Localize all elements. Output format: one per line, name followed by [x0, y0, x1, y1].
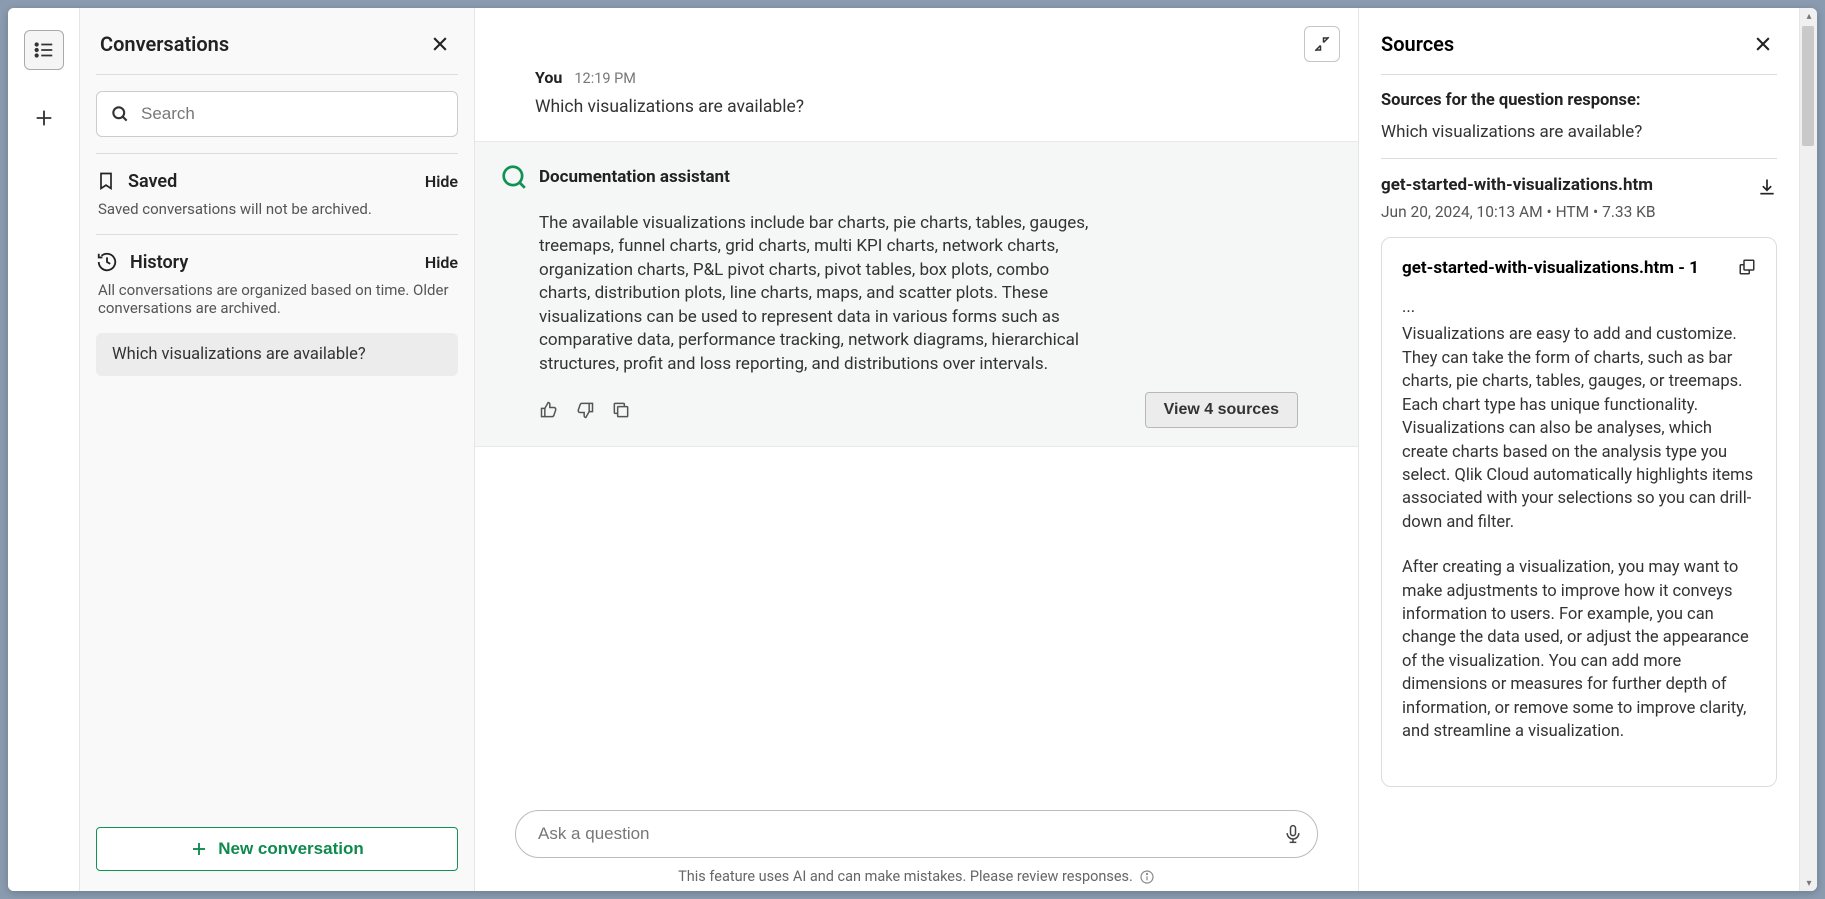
feedback-icons	[539, 400, 631, 420]
source-ellipsis: ...	[1402, 296, 1756, 319]
app-window: Conversations Saved Hide Saved conve	[8, 8, 1817, 891]
message-timestamp: 12:19 PM	[574, 70, 636, 87]
copy-icon	[611, 400, 631, 420]
assistant-answer-text: The available visualizations include bar…	[539, 212, 1099, 376]
search-wrapper	[96, 91, 458, 137]
popout-icon	[1738, 258, 1756, 276]
divider	[1381, 158, 1777, 159]
history-icon	[96, 251, 118, 273]
view-sources-button[interactable]: View 4 sources	[1145, 392, 1298, 428]
history-section-header: History Hide	[96, 251, 458, 273]
saved-hide-button[interactable]: Hide	[425, 172, 458, 191]
close-conversations-button[interactable]	[426, 30, 454, 58]
history-label: History	[130, 252, 188, 273]
scroll-down-arrow[interactable]: ▾	[1803, 877, 1815, 889]
sources-panel: Sources Sources for the question respons…	[1359, 8, 1799, 891]
chat-input-field[interactable]	[516, 824, 1317, 844]
history-hide-button[interactable]: Hide	[425, 253, 458, 272]
source-paragraph-2: After creating a visualization, you may …	[1402, 556, 1756, 743]
plus-icon	[33, 107, 55, 129]
scroll-thumb[interactable]	[1802, 26, 1814, 146]
assistant-label: Documentation assistant	[539, 167, 730, 187]
history-description: All conversations are organized based on…	[96, 281, 458, 317]
search-input[interactable]	[96, 91, 458, 137]
scroll-up-arrow[interactable]: ▴	[1803, 10, 1815, 22]
download-source-button[interactable]	[1757, 177, 1777, 197]
download-icon	[1757, 177, 1777, 197]
user-question-text: Which visualizations are available?	[535, 97, 1298, 117]
chat-input-area	[475, 798, 1358, 864]
source-card: get-started-with-visualizations.htm - 1 …	[1381, 237, 1777, 787]
left-rail	[8, 8, 80, 891]
thumbs-down-icon	[575, 400, 595, 420]
chat-column: You 12:19 PM Which visualizations are av…	[475, 8, 1359, 891]
mic-button[interactable]	[1283, 823, 1303, 845]
close-sources-button[interactable]	[1749, 30, 1777, 58]
plus-icon	[190, 840, 208, 858]
conversations-rail-button[interactable]	[24, 30, 64, 70]
info-icon	[1139, 869, 1155, 885]
divider	[96, 234, 458, 235]
scrollbar[interactable]: ▴ ▾	[1799, 8, 1817, 891]
new-conversation-button[interactable]: New conversation	[96, 827, 458, 871]
sources-question: Which visualizations are available?	[1381, 122, 1777, 142]
new-rail-button[interactable]	[24, 98, 64, 138]
divider	[1381, 74, 1777, 75]
new-conversation-label: New conversation	[218, 839, 364, 859]
saved-description: Saved conversations will not be archived…	[96, 200, 458, 218]
saved-label: Saved	[128, 171, 177, 192]
search-icon	[110, 104, 130, 124]
assistant-message: Documentation assistant The available vi…	[475, 141, 1358, 447]
sources-subtitle: Sources for the question response:	[1381, 91, 1777, 110]
collapse-icon	[1313, 35, 1331, 53]
close-icon	[1753, 34, 1773, 54]
disclaimer-row: This feature uses AI and can make mistak…	[475, 864, 1358, 891]
conversation-item-active[interactable]: Which visualizations are available?	[96, 333, 458, 376]
divider	[96, 153, 458, 154]
source-file-name: get-started-with-visualizations.htm	[1381, 175, 1653, 195]
conversations-panel: Conversations Saved Hide Saved conve	[80, 8, 475, 891]
copy-button[interactable]	[611, 400, 631, 420]
thumbs-up-icon	[539, 400, 559, 420]
open-source-button[interactable]	[1738, 258, 1756, 276]
list-icon	[33, 39, 55, 61]
source-paragraph-1: Visualizations are easy to add and custo…	[1402, 323, 1756, 534]
conversations-header: Conversations	[80, 8, 474, 74]
divider	[96, 74, 458, 75]
close-icon	[430, 34, 450, 54]
source-file-row: get-started-with-visualizations.htm	[1381, 175, 1777, 197]
source-card-title: get-started-with-visualizations.htm - 1	[1402, 258, 1699, 278]
collapse-button[interactable]	[1304, 26, 1340, 62]
chat-input-field-wrapper	[515, 810, 1318, 858]
source-file-meta: Jun 20, 2024, 10:13 AM • HTM • 7.33 KB	[1381, 203, 1777, 221]
disclaimer-text: This feature uses AI and can make mistak…	[678, 868, 1133, 885]
mic-icon	[1283, 823, 1303, 845]
sources-title: Sources	[1381, 32, 1454, 56]
user-message: You 12:19 PM Which visualizations are av…	[475, 8, 1358, 141]
bookmark-icon	[96, 170, 116, 192]
saved-section-header: Saved Hide	[96, 170, 458, 192]
conversations-title: Conversations	[100, 32, 229, 56]
assistant-icon	[501, 164, 527, 190]
user-label: You	[535, 68, 562, 87]
thumbs-down-button[interactable]	[575, 400, 595, 420]
thumbs-up-button[interactable]	[539, 400, 559, 420]
